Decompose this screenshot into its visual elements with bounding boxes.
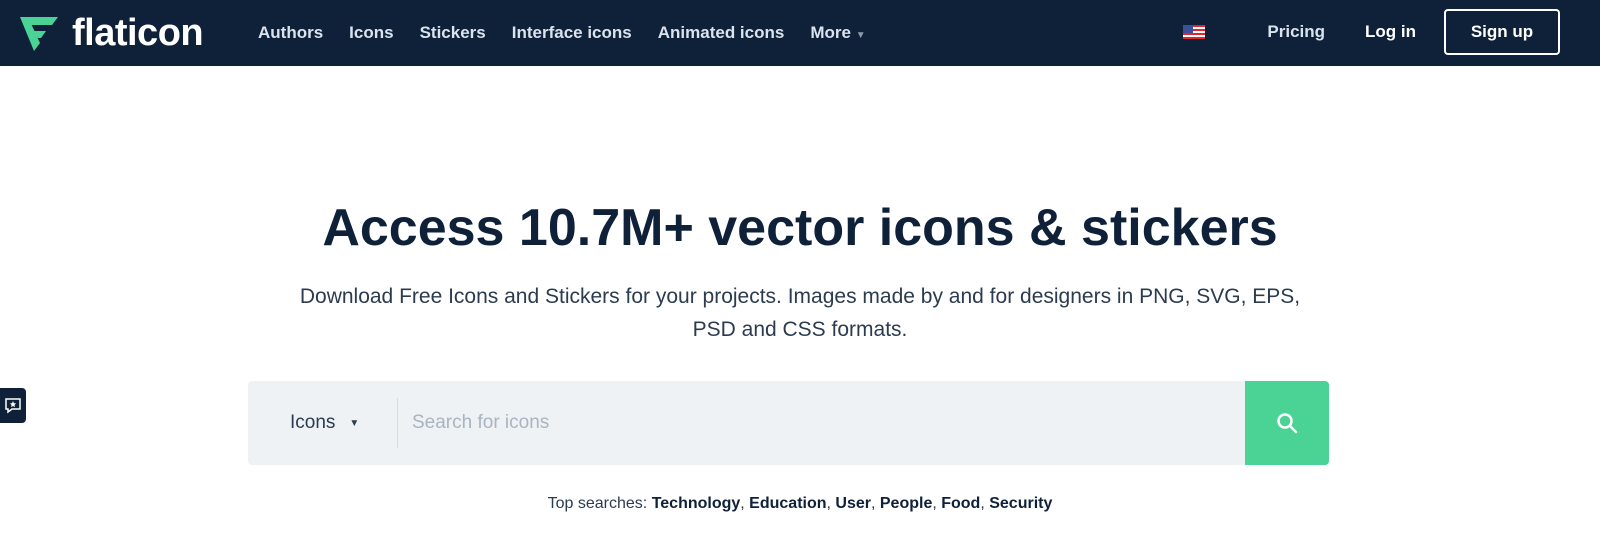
top-search-link[interactable]: People — [880, 495, 932, 512]
top-search-link[interactable]: Education — [749, 495, 826, 512]
top-searches-label: Top searches: — [547, 495, 648, 512]
pricing-link[interactable]: Pricing — [1267, 22, 1325, 42]
search-bar: Icons ▼ — [248, 381, 1329, 465]
search-type-dropdown[interactable]: Icons ▼ — [248, 398, 398, 448]
caret-down-icon: ▼ — [349, 417, 360, 429]
top-search-link[interactable]: Food — [941, 495, 980, 512]
signup-button[interactable]: Sign up — [1444, 9, 1560, 55]
nav-authors[interactable]: Authors — [258, 23, 323, 43]
nav-animated-icons[interactable]: Animated icons — [658, 23, 785, 43]
top-search-link[interactable]: Security — [989, 495, 1052, 512]
feedback-star-icon — [5, 397, 21, 413]
nav-stickers[interactable]: Stickers — [420, 23, 486, 43]
nav-interface-icons[interactable]: Interface icons — [512, 23, 632, 43]
search-button[interactable] — [1245, 381, 1329, 465]
login-link[interactable]: Log in — [1365, 22, 1416, 42]
caret-down-icon: ▼ — [855, 30, 866, 41]
search-type-label: Icons — [290, 412, 336, 433]
top-searches: Top searches: Technology, Education, Use… — [547, 495, 1053, 512]
nav-more[interactable]: More ▼ — [810, 23, 865, 43]
feedback-button[interactable] — [0, 388, 26, 423]
top-navbar: flaticon Authors Icons Stickers Interfac… — [0, 0, 1600, 66]
flaticon-logo-icon — [20, 17, 58, 51]
hero-subtitle: Download Free Icons and Stickers for you… — [299, 285, 1301, 341]
nav-more-label: More — [810, 23, 851, 42]
search-icon — [1277, 413, 1298, 434]
nav-icons[interactable]: Icons — [349, 23, 393, 43]
logo-text: flaticon — [72, 11, 204, 54]
flaticon-logo[interactable]: flaticon — [18, 12, 258, 55]
top-search-link[interactable]: User — [835, 495, 871, 512]
us-flag-icon[interactable] — [1183, 25, 1206, 39]
hero-title: Access 10.7M+ vector icons & stickers — [322, 199, 1278, 257]
top-search-link[interactable]: Technology — [652, 495, 741, 512]
search-input[interactable] — [398, 412, 1245, 434]
